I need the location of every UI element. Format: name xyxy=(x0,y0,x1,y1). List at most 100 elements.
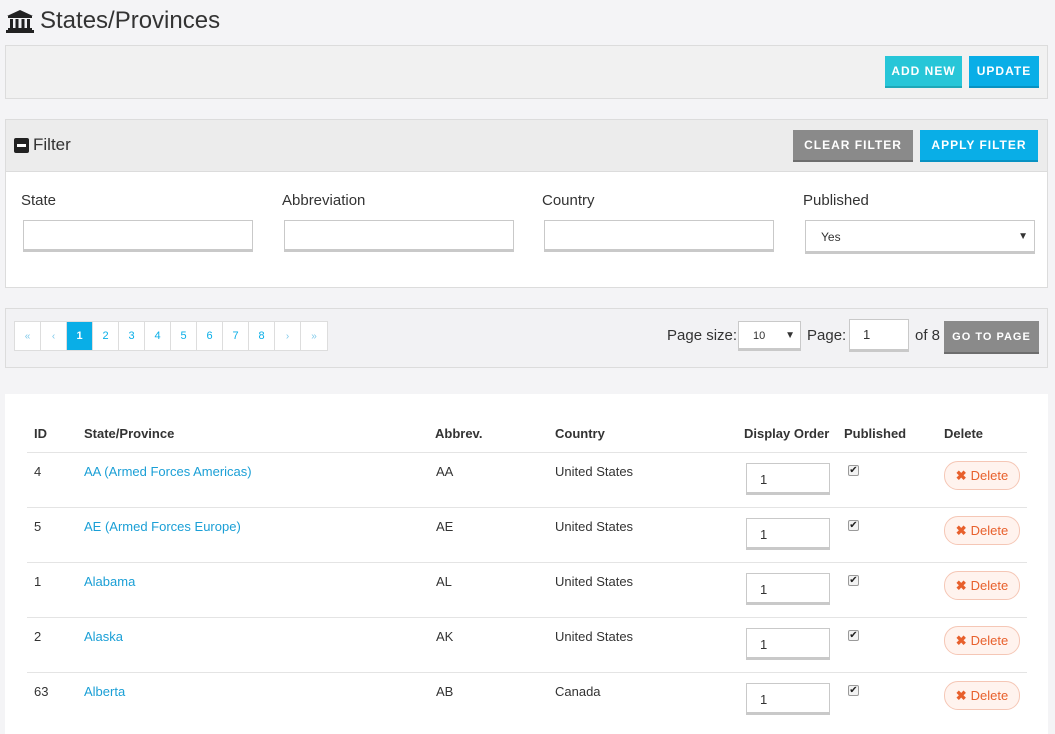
cell-country: Canada xyxy=(555,684,601,699)
page-label: Page: xyxy=(807,327,847,344)
times-icon: ✖ xyxy=(955,467,967,483)
state-link[interactable]: Alabama xyxy=(84,574,135,589)
display-order-input[interactable]: 1 xyxy=(746,573,830,605)
delete-label: Delete xyxy=(970,468,1009,483)
filter-header[interactable]: Filter CLEAR FILTER APPLY FILTER xyxy=(6,120,1047,172)
header-abbrev[interactable]: Abbrev. xyxy=(435,426,482,441)
abbreviation-label: Abbreviation xyxy=(282,192,366,209)
caret-down-icon: ▼ xyxy=(785,330,795,341)
state-input[interactable] xyxy=(23,220,253,252)
header-state[interactable]: State/Province xyxy=(84,426,174,441)
header-delete: Delete xyxy=(944,426,984,441)
page-button-8[interactable]: 8 xyxy=(249,322,275,350)
page-button-6[interactable]: 6 xyxy=(197,322,223,350)
prev-page-button[interactable]: ‹ xyxy=(41,322,67,350)
state-link[interactable]: Alaska xyxy=(84,629,123,644)
cell-country: United States xyxy=(555,519,634,534)
page-size-value: 10 xyxy=(753,330,766,342)
state-link[interactable]: AA (Armed Forces Americas) xyxy=(84,464,252,479)
times-icon: ✖ xyxy=(955,522,967,538)
abbreviation-input[interactable] xyxy=(284,220,514,252)
filter-toggle[interactable]: Filter xyxy=(14,135,71,155)
delete-label: Delete xyxy=(970,578,1009,593)
times-icon: ✖ xyxy=(955,687,967,703)
cell-id: 63 xyxy=(34,684,49,699)
page-button-2[interactable]: 2 xyxy=(93,322,119,350)
times-icon: ✖ xyxy=(955,577,967,593)
published-label: Published xyxy=(803,192,869,209)
bank-icon xyxy=(6,10,34,33)
page-button-5[interactable]: 5 xyxy=(171,322,197,350)
page-size-select[interactable]: 10 ▼ xyxy=(738,321,801,351)
caret-down-icon: ▼ xyxy=(1018,231,1028,242)
check-icon: ✔ xyxy=(849,685,858,696)
cell-id: 4 xyxy=(34,464,42,479)
published-checkbox[interactable]: ✔ xyxy=(848,520,859,531)
page-number-input[interactable]: 1 xyxy=(849,319,909,352)
display-order-input[interactable]: 1 xyxy=(746,628,830,660)
toolbar-panel: ADD NEW UPDATE xyxy=(5,45,1048,99)
delete-button[interactable]: ✖ Delete xyxy=(944,681,1020,710)
filter-body: State Abbreviation Country Published Yes… xyxy=(6,172,1047,287)
filter-panel: Filter CLEAR FILTER APPLY FILTER State A… xyxy=(5,119,1048,288)
display-order-input[interactable]: 1 xyxy=(746,518,830,550)
minus-square-icon xyxy=(14,137,29,153)
published-select[interactable]: Yes ▼ xyxy=(805,220,1035,254)
page-size-label: Page size: xyxy=(667,327,738,344)
next-page-button[interactable]: › xyxy=(275,322,301,350)
filter-title: Filter xyxy=(33,135,71,154)
header-country[interactable]: Country xyxy=(555,426,605,441)
check-icon: ✔ xyxy=(849,520,858,531)
apply-filter-button[interactable]: APPLY FILTER xyxy=(920,130,1038,162)
check-icon: ✔ xyxy=(849,575,858,586)
page-total: of 8 xyxy=(915,327,941,344)
cell-id: 5 xyxy=(34,519,42,534)
published-checkbox[interactable]: ✔ xyxy=(848,465,859,476)
country-label: Country xyxy=(542,192,595,209)
cell-abbrev: AE xyxy=(436,519,454,534)
display-order-input[interactable]: 1 xyxy=(746,463,830,495)
published-select-value: Yes xyxy=(821,230,841,244)
states-table: ID State/Province Abbrev. Country Displa… xyxy=(5,394,1048,734)
published-checkbox[interactable]: ✔ xyxy=(848,630,859,641)
page-button-1[interactable]: 1 xyxy=(67,322,93,350)
delete-button[interactable]: ✖ Delete xyxy=(944,626,1020,655)
header-published[interactable]: Published xyxy=(844,426,906,441)
table-row: 63 Alberta AB Canada 1 ✔ ✖ Delete xyxy=(27,672,1027,728)
cell-country: United States xyxy=(555,464,634,479)
pagination-panel: « ‹ 1 2 3 4 5 6 7 8 › » Page size: 10 ▼ … xyxy=(5,308,1048,368)
delete-label: Delete xyxy=(970,633,1009,648)
cell-id: 1 xyxy=(34,574,42,589)
delete-button[interactable]: ✖ Delete xyxy=(944,461,1020,490)
add-new-button[interactable]: ADD NEW xyxy=(885,56,962,88)
state-link[interactable]: AE (Armed Forces Europe) xyxy=(84,519,241,534)
page-button-3[interactable]: 3 xyxy=(119,322,145,350)
page-button-7[interactable]: 7 xyxy=(223,322,249,350)
published-checkbox[interactable]: ✔ xyxy=(848,685,859,696)
display-order-input[interactable]: 1 xyxy=(746,683,830,715)
page-button-4[interactable]: 4 xyxy=(145,322,171,350)
cell-country: United States xyxy=(555,574,634,589)
cell-abbrev: AA xyxy=(436,464,454,479)
update-button[interactable]: UPDATE xyxy=(969,56,1039,88)
first-page-button[interactable]: « xyxy=(15,322,41,350)
header-display-order[interactable]: Display Order xyxy=(744,426,829,441)
state-link[interactable]: Alberta xyxy=(84,684,125,699)
pagination: « ‹ 1 2 3 4 5 6 7 8 › » xyxy=(14,321,328,351)
go-to-page-button[interactable]: GO TO PAGE xyxy=(944,321,1039,354)
page-title: States/Provinces xyxy=(6,6,220,36)
cell-id: 2 xyxy=(34,629,42,644)
country-input[interactable] xyxy=(544,220,774,252)
last-page-button[interactable]: » xyxy=(301,322,327,350)
cell-abbrev: AB xyxy=(436,684,454,699)
table-row: 2 Alaska AK United States 1 ✔ ✖ Delete xyxy=(27,617,1027,673)
table-row: 4 AA (Armed Forces Americas) AA United S… xyxy=(27,452,1027,508)
published-checkbox[interactable]: ✔ xyxy=(848,575,859,586)
times-icon: ✖ xyxy=(955,632,967,648)
delete-button[interactable]: ✖ Delete xyxy=(944,516,1020,545)
check-icon: ✔ xyxy=(849,465,858,476)
delete-button[interactable]: ✖ Delete xyxy=(944,571,1020,600)
header-id[interactable]: ID xyxy=(34,426,47,441)
clear-filter-button[interactable]: CLEAR FILTER xyxy=(793,130,913,162)
page-title-text: States/Provinces xyxy=(40,7,221,34)
